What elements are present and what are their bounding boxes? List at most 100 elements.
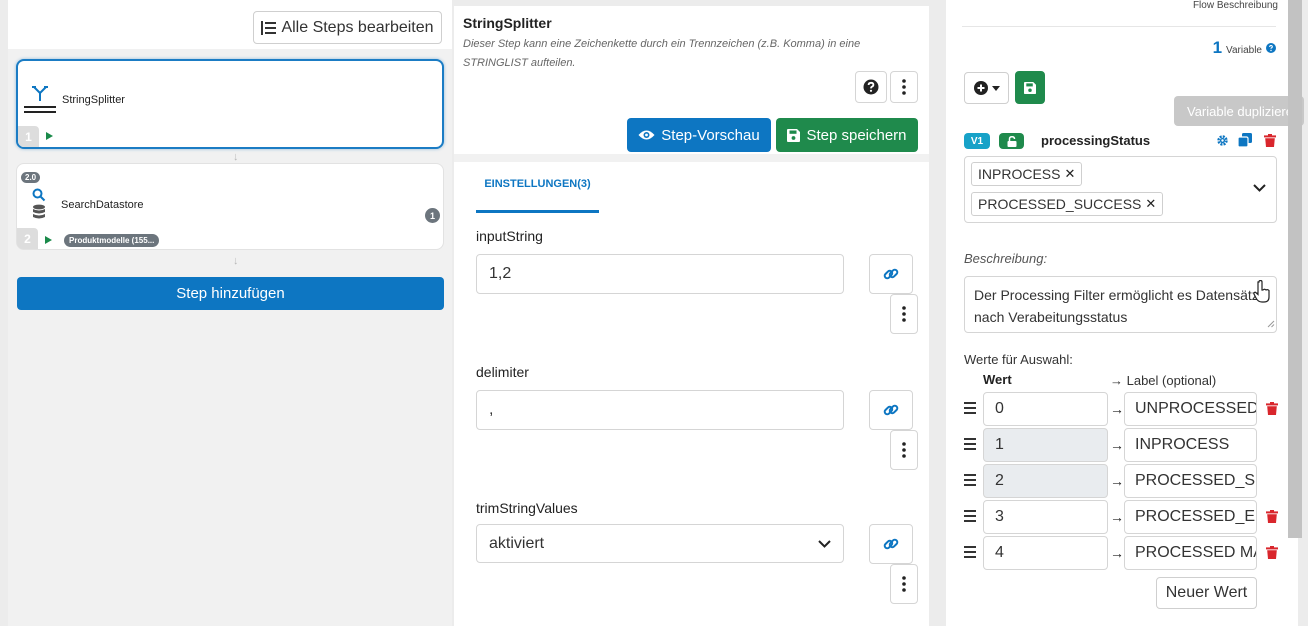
save-step-button[interactable]: Step speichern [776, 118, 918, 152]
variable-count-label: Variable [1226, 45, 1262, 56]
value-input[interactable]: 3 [983, 500, 1108, 534]
select-value: aktiviert [489, 534, 545, 552]
lock-badge[interactable] [999, 133, 1024, 149]
chip-label: INPROCESS [978, 166, 1061, 182]
delimiter-input[interactable]: , [476, 390, 844, 430]
field-options-button[interactable] [890, 294, 918, 334]
flow-description-link[interactable]: Flow Beschreibung [1193, 0, 1278, 11]
value-input: 2 [983, 464, 1108, 498]
inputstring-input[interactable]: 1,2 [476, 254, 844, 294]
gear-icon[interactable] [1216, 134, 1229, 147]
search-icon [32, 188, 46, 202]
play-icon[interactable] [46, 132, 53, 140]
tab-settings[interactable]: EINSTELLUNGEN(3) [476, 172, 599, 213]
field-options-button[interactable] [890, 430, 918, 470]
step-card-searchdatastore[interactable]: 2.0 SearchDatastore 1 2 Produktmodelle (… [16, 163, 444, 250]
chevron-down-icon[interactable] [1253, 184, 1266, 192]
values-section-label: Werte für Auswahl: [964, 352, 1073, 367]
variable-id-badge: V1 [964, 133, 990, 149]
link-variable-button[interactable] [869, 254, 913, 294]
split-icon [30, 85, 50, 101]
trash-icon[interactable] [1266, 510, 1278, 523]
field-label-trimstringvalues: trimStringValues [476, 500, 578, 516]
value-row: 4→PROCESSED MANUALLY [964, 536, 1284, 570]
edit-all-steps-button[interactable]: Alle Steps bearbeiten [253, 11, 442, 44]
save-variables-button[interactable] [1015, 71, 1045, 104]
info-icon[interactable] [1266, 43, 1276, 53]
link-variable-button[interactable] [869, 524, 913, 564]
field-options-button[interactable] [890, 564, 918, 604]
label-input[interactable]: UNPROCESSED [1124, 392, 1257, 426]
add-variable-dropdown[interactable] [964, 72, 1009, 104]
resize-handle-icon[interactable] [1267, 320, 1275, 328]
variable-name: processingStatus [1041, 133, 1151, 148]
description-label: Beschreibung: [964, 251, 1048, 266]
arrow-right-icon: → [1110, 401, 1124, 417]
selected-value-chip[interactable]: INPROCESS ✕ [971, 162, 1083, 186]
remove-chip-icon[interactable]: ✕ [1145, 196, 1156, 212]
description-textarea[interactable]: Der Processing Filter ermöglicht es Date… [964, 276, 1277, 333]
step-description: Dieser Step kann eine Zeichenkette durch… [463, 38, 861, 69]
value-input[interactable]: 0 [983, 392, 1108, 426]
list-icon [261, 20, 277, 35]
add-step-button[interactable]: Step hinzufügen [17, 277, 444, 310]
unlock-icon [1007, 135, 1017, 147]
arrow-down-icon: ↓ [233, 255, 239, 267]
step-preview-button[interactable]: Step-Vorschau [627, 118, 771, 152]
value-column-header: Wert [983, 372, 1012, 387]
trash-icon[interactable] [1264, 134, 1276, 147]
drag-handle-icon[interactable] [964, 402, 976, 417]
save-step-label: Step speichern [806, 126, 907, 144]
label-column-header: → Label (optional) [1110, 373, 1217, 388]
variable-count-number: 1 [1212, 38, 1223, 57]
selected-value-chip[interactable]: PROCESSED_SUCCESS ✕ [971, 192, 1164, 216]
lines-icon [24, 106, 56, 114]
step-card-stringsplitter[interactable]: StringSplitter 1 [16, 59, 444, 149]
vertical-dots-icon [902, 79, 906, 95]
link-icon [883, 536, 899, 552]
arrow-right-icon: → [1110, 509, 1124, 525]
count-badge: 1 [425, 208, 440, 223]
edit-all-steps-label: Alle Steps bearbeiten [281, 18, 434, 36]
step-editor: StringSplitter Dieser Step kann eine Zei… [454, 6, 929, 626]
copy-icon[interactable] [1238, 133, 1252, 147]
label-input[interactable]: PROCESSED MANUALLY [1124, 536, 1257, 570]
trimstringvalues-select[interactable]: aktiviert [476, 524, 844, 563]
trash-icon[interactable] [1266, 546, 1278, 559]
more-options-button[interactable] [890, 71, 918, 103]
question-circle-icon [863, 79, 879, 95]
value-input: 1 [983, 428, 1108, 462]
remove-chip-icon[interactable]: ✕ [1064, 166, 1075, 182]
label-input[interactable]: INPROCESS [1124, 428, 1257, 462]
arrow-right-icon: → [1110, 437, 1124, 453]
link-variable-button[interactable] [869, 390, 913, 430]
arrow-right-icon: → [1110, 473, 1124, 489]
play-icon[interactable] [45, 236, 52, 244]
variable-count: 1 Variable [1213, 38, 1276, 58]
cursor-hand-icon [1253, 280, 1271, 304]
help-button[interactable] [855, 71, 887, 103]
tooltip: Variable duplizieren [1174, 96, 1304, 126]
arrow-right-icon: → [1110, 545, 1124, 561]
steps-toolbar: Alle Steps bearbeiten [8, 0, 452, 49]
trash-icon[interactable] [1266, 402, 1278, 415]
variable-value-multiselect[interactable]: INPROCESS ✕ PROCESSED_SUCCESS ✕ [964, 156, 1277, 223]
divider [454, 154, 929, 162]
label-input[interactable]: PROCESSED_ERROR [1124, 500, 1257, 534]
field-label-delimiter: delimiter [476, 364, 529, 380]
plus-circle-icon [973, 81, 988, 95]
drag-handle-icon[interactable] [964, 546, 976, 561]
drag-handle-icon[interactable] [964, 474, 976, 489]
drag-handle-icon[interactable] [964, 510, 976, 525]
value-input[interactable]: 4 [983, 536, 1108, 570]
label-input[interactable]: PROCESSED_SUCCESS [1124, 464, 1257, 498]
step-name: StringSplitter [62, 94, 125, 106]
vertical-dots-icon [902, 576, 906, 592]
vertical-dots-icon [902, 442, 906, 458]
step-number: 1 [18, 126, 39, 147]
new-value-button[interactable]: Neuer Wert [1156, 577, 1257, 609]
scrollbar[interactable] [1288, 0, 1302, 538]
arrow-down-icon: ↓ [233, 151, 239, 163]
chevron-down-icon [818, 539, 831, 548]
drag-handle-icon[interactable] [964, 438, 976, 453]
